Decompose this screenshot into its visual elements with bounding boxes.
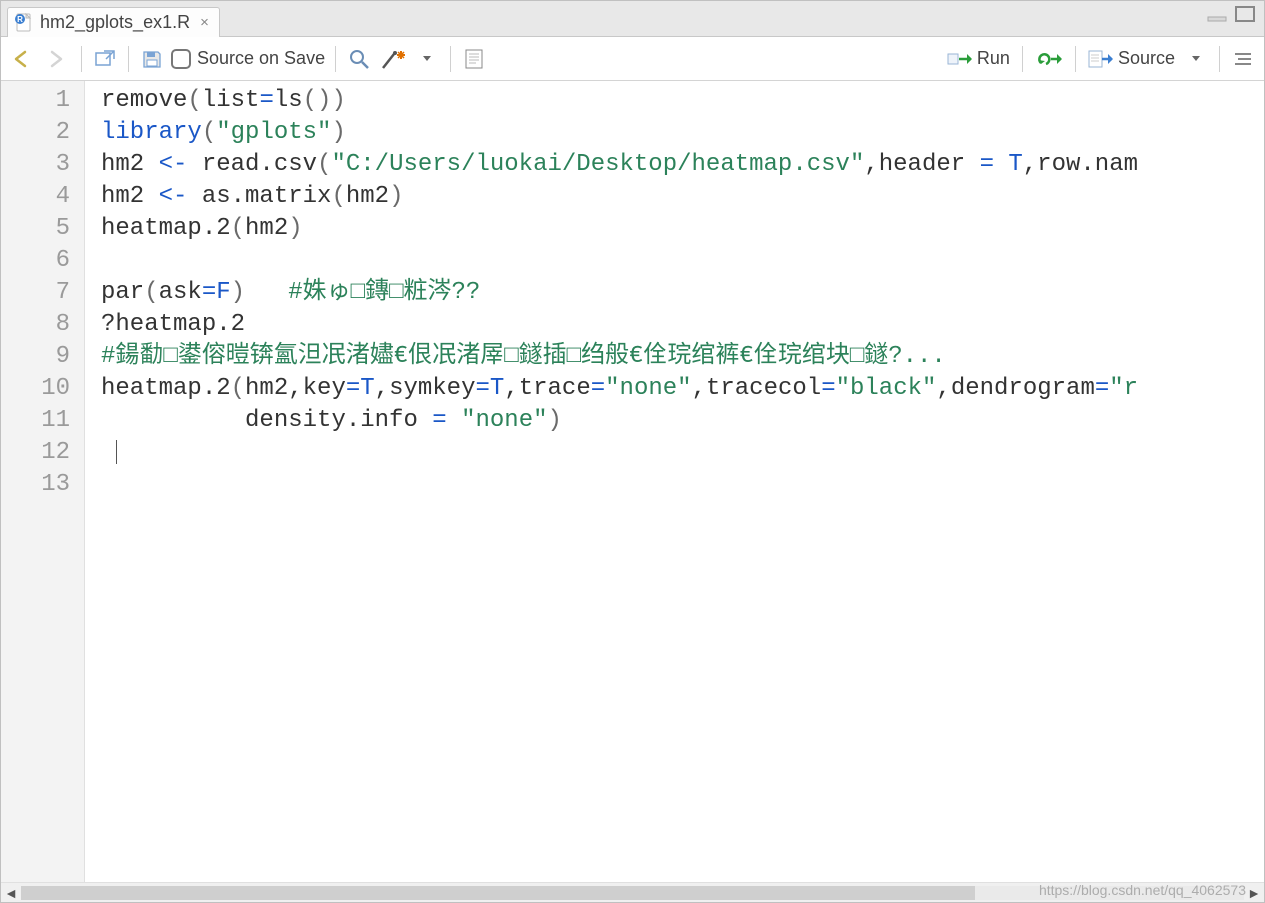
separator: [450, 46, 451, 72]
code-tools-button[interactable]: [378, 46, 408, 72]
separator: [1075, 46, 1076, 72]
code-line[interactable]: #鍚勫□鍙傛暟锛氳泹冺渚嬧€佷冺渚屖□鐩插□绉般€佺琓绾裤€佺琓绾块□鐩?...: [101, 341, 1264, 373]
maximize-pane-button[interactable]: [1234, 5, 1258, 23]
source-button[interactable]: Source: [1086, 46, 1177, 72]
line-number: 7: [11, 277, 70, 309]
code-area[interactable]: remove(list=ls())library("gplots")hm2 <-…: [85, 81, 1264, 882]
source-on-save-checkbox[interactable]: [171, 49, 191, 69]
scroll-right-arrow[interactable]: ►: [1244, 885, 1264, 901]
code-line[interactable]: hm2 <- read.csv("C:/Users/luokai/Desktop…: [101, 149, 1264, 181]
scroll-track[interactable]: [21, 886, 1244, 900]
window-controls: [1206, 5, 1258, 23]
tab-bar: R hm2_gplots_ex1.R ×: [1, 1, 1264, 37]
code-line[interactable]: remove(list=ls()): [101, 85, 1264, 117]
code-line[interactable]: par(ask=F) #姝ゅ□鏄□粧涔??: [101, 277, 1264, 309]
svg-text:R: R: [17, 15, 23, 24]
line-number: 4: [11, 181, 70, 213]
separator: [1022, 46, 1023, 72]
line-number: 2: [11, 117, 70, 149]
editor-toolbar: Source on Save Run Source: [1, 37, 1264, 81]
minimize-pane-button[interactable]: [1206, 5, 1230, 23]
nav-back-button[interactable]: [9, 46, 37, 72]
nav-forward-button[interactable]: [43, 46, 71, 72]
line-number: 11: [11, 405, 70, 437]
separator: [335, 46, 336, 72]
compile-report-button[interactable]: [461, 46, 487, 72]
line-number-gutter: 12345678910111213: [1, 81, 85, 882]
line-number: 6: [11, 245, 70, 277]
editor-footer: ◄ ► https://blog.csdn.net/qq_4062573: [1, 882, 1264, 902]
code-line[interactable]: ?heatmap.2: [101, 309, 1264, 341]
line-number: 1: [11, 85, 70, 117]
r-file-icon: R: [14, 13, 34, 33]
save-button[interactable]: [139, 46, 165, 72]
code-line[interactable]: hm2 <- as.matrix(hm2): [101, 181, 1264, 213]
line-number: 8: [11, 309, 70, 341]
show-in-new-window-button[interactable]: [92, 46, 118, 72]
separator: [81, 46, 82, 72]
line-number: 13: [11, 469, 70, 501]
horizontal-scrollbar[interactable]: ◄ ► https://blog.csdn.net/qq_4062573: [1, 882, 1264, 902]
run-button[interactable]: Run: [945, 46, 1012, 72]
tab-filename: hm2_gplots_ex1.R: [40, 12, 190, 33]
code-tools-dropdown[interactable]: [414, 46, 440, 72]
scroll-thumb[interactable]: [21, 886, 975, 900]
line-number: 9: [11, 341, 70, 373]
code-line[interactable]: heatmap.2(hm2,key=T,symkey=T,trace="none…: [101, 373, 1264, 405]
line-number: 12: [11, 437, 70, 469]
scroll-left-arrow[interactable]: ◄: [1, 885, 21, 901]
line-number: 10: [11, 373, 70, 405]
code-line[interactable]: heatmap.2(hm2): [101, 213, 1264, 245]
code-line[interactable]: [101, 469, 1264, 501]
separator: [128, 46, 129, 72]
code-line[interactable]: density.info = "none"): [101, 405, 1264, 437]
outline-button[interactable]: [1230, 46, 1256, 72]
code-line[interactable]: library("gplots"): [101, 117, 1264, 149]
close-tab-icon[interactable]: ×: [200, 14, 209, 31]
rerun-button[interactable]: [1033, 46, 1065, 72]
separator: [1219, 46, 1220, 72]
find-button[interactable]: [346, 46, 372, 72]
line-number: 5: [11, 213, 70, 245]
run-label: Run: [977, 48, 1010, 69]
code-line[interactable]: [101, 437, 1264, 469]
file-tab[interactable]: R hm2_gplots_ex1.R ×: [7, 7, 220, 37]
source-on-save-label: Source on Save: [197, 48, 325, 69]
code-line[interactable]: [101, 245, 1264, 277]
source-label: Source: [1118, 48, 1175, 69]
source-dropdown[interactable]: [1183, 46, 1209, 72]
line-number: 3: [11, 149, 70, 181]
code-editor[interactable]: 12345678910111213 remove(list=ls())libra…: [1, 81, 1264, 882]
